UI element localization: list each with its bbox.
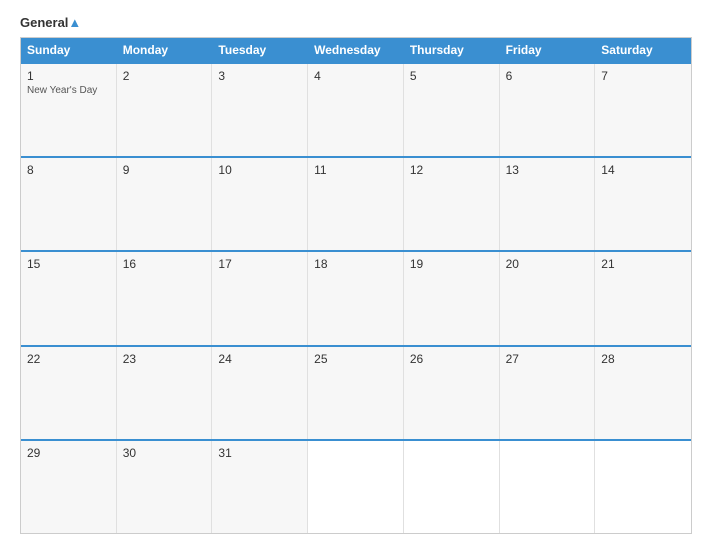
day-cell-26: 26 bbox=[404, 347, 500, 439]
day-number: 2 bbox=[123, 69, 206, 83]
day-number: 9 bbox=[123, 163, 206, 177]
day-cell-11: 11 bbox=[308, 158, 404, 250]
day-header-friday: Friday bbox=[500, 38, 596, 62]
day-cell-21: 21 bbox=[595, 252, 691, 344]
day-cell-18: 18 bbox=[308, 252, 404, 344]
day-cell-15: 15 bbox=[21, 252, 117, 344]
day-cell-2: 2 bbox=[117, 64, 213, 156]
day-cell-25: 25 bbox=[308, 347, 404, 439]
day-number: 30 bbox=[123, 446, 206, 460]
day-number: 13 bbox=[506, 163, 589, 177]
empty-day-cell bbox=[595, 441, 691, 533]
day-cell-4: 4 bbox=[308, 64, 404, 156]
day-number: 26 bbox=[410, 352, 493, 366]
empty-day-cell bbox=[500, 441, 596, 533]
day-cell-9: 9 bbox=[117, 158, 213, 250]
day-number: 29 bbox=[27, 446, 110, 460]
day-header-saturday: Saturday bbox=[595, 38, 691, 62]
day-cell-31: 31 bbox=[212, 441, 308, 533]
logo-triangle-icon: ▲ bbox=[68, 15, 81, 30]
day-header-wednesday: Wednesday bbox=[308, 38, 404, 62]
day-cell-16: 16 bbox=[117, 252, 213, 344]
day-cell-8: 8 bbox=[21, 158, 117, 250]
day-number: 14 bbox=[601, 163, 685, 177]
page-header: General▲ bbox=[20, 16, 692, 29]
day-cell-27: 27 bbox=[500, 347, 596, 439]
calendar-weeks: 1New Year's Day2345678910111213141516171… bbox=[21, 62, 691, 533]
week-row-2: 89 10 11 12 13 14 bbox=[21, 156, 691, 250]
day-number: 11 bbox=[314, 163, 397, 177]
day-number: 4 bbox=[314, 69, 397, 83]
day-cell-17: 17 bbox=[212, 252, 308, 344]
day-cell-10: 10 bbox=[212, 158, 308, 250]
day-number: 22 bbox=[27, 352, 110, 366]
day-number: 17 bbox=[218, 257, 301, 271]
day-headers-row: SundayMondayTuesdayWednesdayThursdayFrid… bbox=[21, 38, 691, 62]
logo: General▲ bbox=[20, 16, 81, 29]
day-number: 7 bbox=[601, 69, 685, 83]
day-number: 28 bbox=[601, 352, 685, 366]
day-number: 20 bbox=[506, 257, 589, 271]
day-cell-24: 24 bbox=[212, 347, 308, 439]
day-header-tuesday: Tuesday bbox=[212, 38, 308, 62]
day-number: 16 bbox=[123, 257, 206, 271]
day-cell-30: 30 bbox=[117, 441, 213, 533]
logo-general: General bbox=[20, 15, 68, 30]
day-number: 24 bbox=[218, 352, 301, 366]
day-number: 25 bbox=[314, 352, 397, 366]
day-number: 8 bbox=[27, 163, 110, 177]
logo-top-text: General▲ bbox=[20, 16, 81, 29]
day-header-thursday: Thursday bbox=[404, 38, 500, 62]
empty-day-cell bbox=[404, 441, 500, 533]
day-cell-20: 20 bbox=[500, 252, 596, 344]
day-header-sunday: Sunday bbox=[21, 38, 117, 62]
day-cell-28: 28 bbox=[595, 347, 691, 439]
day-cell-13: 13 bbox=[500, 158, 596, 250]
day-cell-14: 14 bbox=[595, 158, 691, 250]
day-cell-19: 19 bbox=[404, 252, 500, 344]
day-number: 15 bbox=[27, 257, 110, 271]
week-row-4: 22 23 24 25 26 27 28 bbox=[21, 345, 691, 439]
day-number: 3 bbox=[218, 69, 301, 83]
day-event: New Year's Day bbox=[27, 85, 110, 96]
day-cell-7: 7 bbox=[595, 64, 691, 156]
day-number: 1 bbox=[27, 69, 110, 83]
day-number: 10 bbox=[218, 163, 301, 177]
day-number: 23 bbox=[123, 352, 206, 366]
day-cell-1: 1 New Year's Day bbox=[21, 64, 117, 156]
week-row-1: 1 New Year's Day 234567 bbox=[21, 62, 691, 156]
day-number: 6 bbox=[506, 69, 589, 83]
week-row-5: 29 30 31 bbox=[21, 439, 691, 533]
day-header-monday: Monday bbox=[117, 38, 213, 62]
week-row-3: 15 16 17 18 19 20 21 bbox=[21, 250, 691, 344]
day-number: 12 bbox=[410, 163, 493, 177]
empty-day-cell bbox=[308, 441, 404, 533]
day-cell-22: 22 bbox=[21, 347, 117, 439]
calendar-page: General▲ SundayMondayTuesdayWednesdayThu… bbox=[0, 0, 712, 550]
day-number: 5 bbox=[410, 69, 493, 83]
day-cell-23: 23 bbox=[117, 347, 213, 439]
day-cell-5: 5 bbox=[404, 64, 500, 156]
day-cell-12: 12 bbox=[404, 158, 500, 250]
day-number: 31 bbox=[218, 446, 301, 460]
day-cell-3: 3 bbox=[212, 64, 308, 156]
day-number: 19 bbox=[410, 257, 493, 271]
day-number: 21 bbox=[601, 257, 685, 271]
day-cell-29: 29 bbox=[21, 441, 117, 533]
day-number: 27 bbox=[506, 352, 589, 366]
day-number: 18 bbox=[314, 257, 397, 271]
day-cell-6: 6 bbox=[500, 64, 596, 156]
calendar-grid: SundayMondayTuesdayWednesdayThursdayFrid… bbox=[20, 37, 692, 534]
